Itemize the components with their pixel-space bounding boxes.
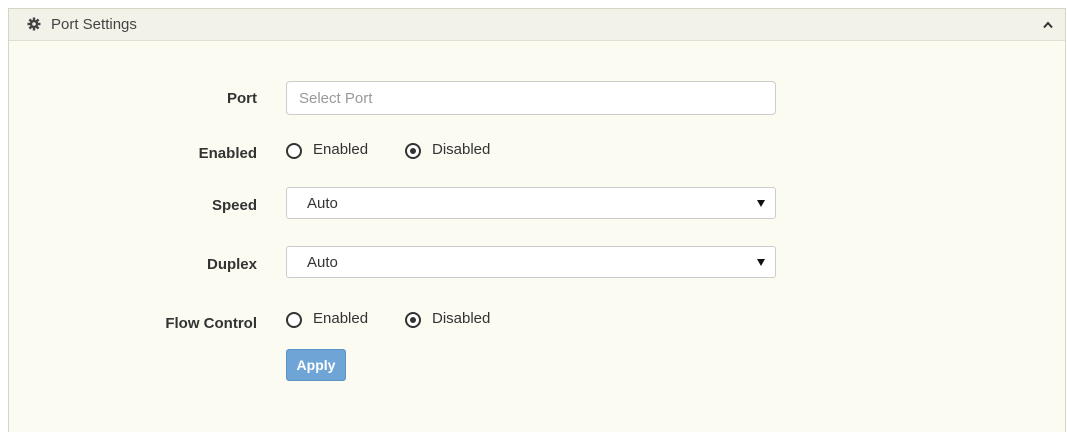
- dropdown-arrow-icon: [757, 259, 765, 266]
- port-settings-panel: Port Settings: [8, 8, 1066, 432]
- radio-label: Enabled: [313, 141, 369, 158]
- speed-select[interactable]: Auto: [286, 187, 776, 219]
- speed-select-value: Auto: [307, 195, 338, 212]
- port-select-input[interactable]: [286, 81, 776, 115]
- enabled-radio-disabled[interactable]: Disabled: [405, 140, 515, 162]
- gear-icon: [27, 17, 41, 31]
- dropdown-arrow-icon: [757, 200, 765, 207]
- enabled-label: Enabled: [198, 145, 257, 162]
- port-label: Port: [227, 90, 257, 107]
- duplex-label: Duplex: [206, 256, 257, 273]
- radio-checked-icon: [405, 143, 421, 159]
- radio-label: Enabled: [313, 310, 369, 327]
- enabled-radio-enabled[interactable]: Enabled: [286, 140, 376, 162]
- panel-title: Port Settings: [51, 16, 137, 33]
- radio-unchecked-icon: [286, 312, 302, 328]
- radio-unchecked-icon: [286, 143, 302, 159]
- panel-header[interactable]: Port Settings: [9, 9, 1065, 41]
- duplex-select-value: Auto: [307, 254, 338, 271]
- apply-button[interactable]: Apply: [286, 349, 346, 381]
- duplex-select[interactable]: Auto: [286, 246, 776, 278]
- chevron-up-icon[interactable]: [1041, 18, 1055, 32]
- flow-control-label: Flow Control: [165, 315, 257, 332]
- radio-label: Disabled: [432, 310, 491, 327]
- flow-control-radio-enabled[interactable]: Enabled: [286, 309, 376, 331]
- radio-checked-icon: [405, 312, 421, 328]
- flow-control-radio-disabled[interactable]: Disabled: [405, 309, 515, 331]
- speed-label: Speed: [211, 197, 257, 214]
- radio-label: Disabled: [432, 141, 491, 158]
